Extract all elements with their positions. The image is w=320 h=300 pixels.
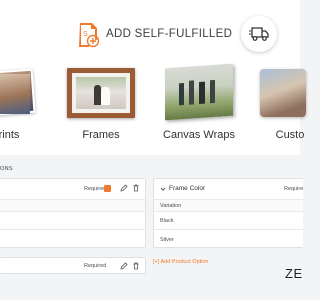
variation-label: Black bbox=[160, 218, 174, 224]
required-checkbox[interactable] bbox=[104, 185, 111, 197]
svg-text:S: S bbox=[83, 31, 88, 38]
edit-icon[interactable] bbox=[120, 262, 128, 270]
trash-icon[interactable] bbox=[132, 184, 140, 192]
brand-mark: ZE bbox=[285, 266, 303, 281]
canvas-wraps-image bbox=[165, 63, 233, 121]
product-label-canvas-wraps: Canvas Wraps bbox=[163, 129, 235, 141]
add-product-option-link[interactable]: [+] Add Product Option bbox=[153, 259, 209, 265]
page-title: ADD SELF-FULFILLED bbox=[106, 28, 233, 40]
table-header-row bbox=[0, 199, 145, 211]
self-fulfilled-icon: S bbox=[79, 23, 100, 48]
option-panel-left-second: Required bbox=[0, 257, 146, 274]
frames-image bbox=[67, 68, 135, 118]
chevron-down-icon[interactable] bbox=[160, 186, 166, 192]
edit-icon[interactable] bbox=[120, 184, 128, 192]
option-title: Frame Color bbox=[169, 185, 206, 192]
check-icon bbox=[104, 192, 111, 197]
delivery-truck-icon bbox=[249, 27, 269, 41]
product-custom[interactable]: Custo bbox=[258, 62, 306, 147]
table-row bbox=[0, 229, 145, 248]
custom-image bbox=[260, 69, 306, 117]
column-header-variation: Variation bbox=[160, 203, 182, 209]
product-prints[interactable]: rints bbox=[0, 62, 50, 147]
prints-photo-front bbox=[0, 74, 30, 114]
product-label-custom: Custo bbox=[275, 129, 305, 141]
required-label: Required bbox=[84, 263, 107, 269]
variation-row-silver[interactable]: Silver bbox=[154, 229, 303, 248]
required-label: Required bbox=[84, 186, 107, 192]
table-row bbox=[0, 211, 145, 229]
variation-label: Silver bbox=[160, 237, 174, 243]
product-frames[interactable]: Frames bbox=[64, 62, 138, 147]
variation-row-black[interactable]: Black bbox=[154, 211, 303, 229]
product-canvas-wraps[interactable]: Canvas Wraps bbox=[163, 62, 235, 147]
options-section-label: ONS bbox=[0, 166, 13, 172]
product-label-prints: rints bbox=[0, 129, 20, 141]
product-label-frames: Frames bbox=[82, 129, 120, 141]
trash-icon[interactable] bbox=[132, 262, 140, 270]
shipping-button[interactable] bbox=[241, 16, 277, 52]
option-panel-left: Required bbox=[0, 178, 146, 248]
option-panel-frame-color: Frame Color Require Variation Black Silv… bbox=[153, 178, 303, 248]
required-label: Require bbox=[284, 186, 304, 192]
table-header-row: Variation bbox=[154, 199, 303, 211]
